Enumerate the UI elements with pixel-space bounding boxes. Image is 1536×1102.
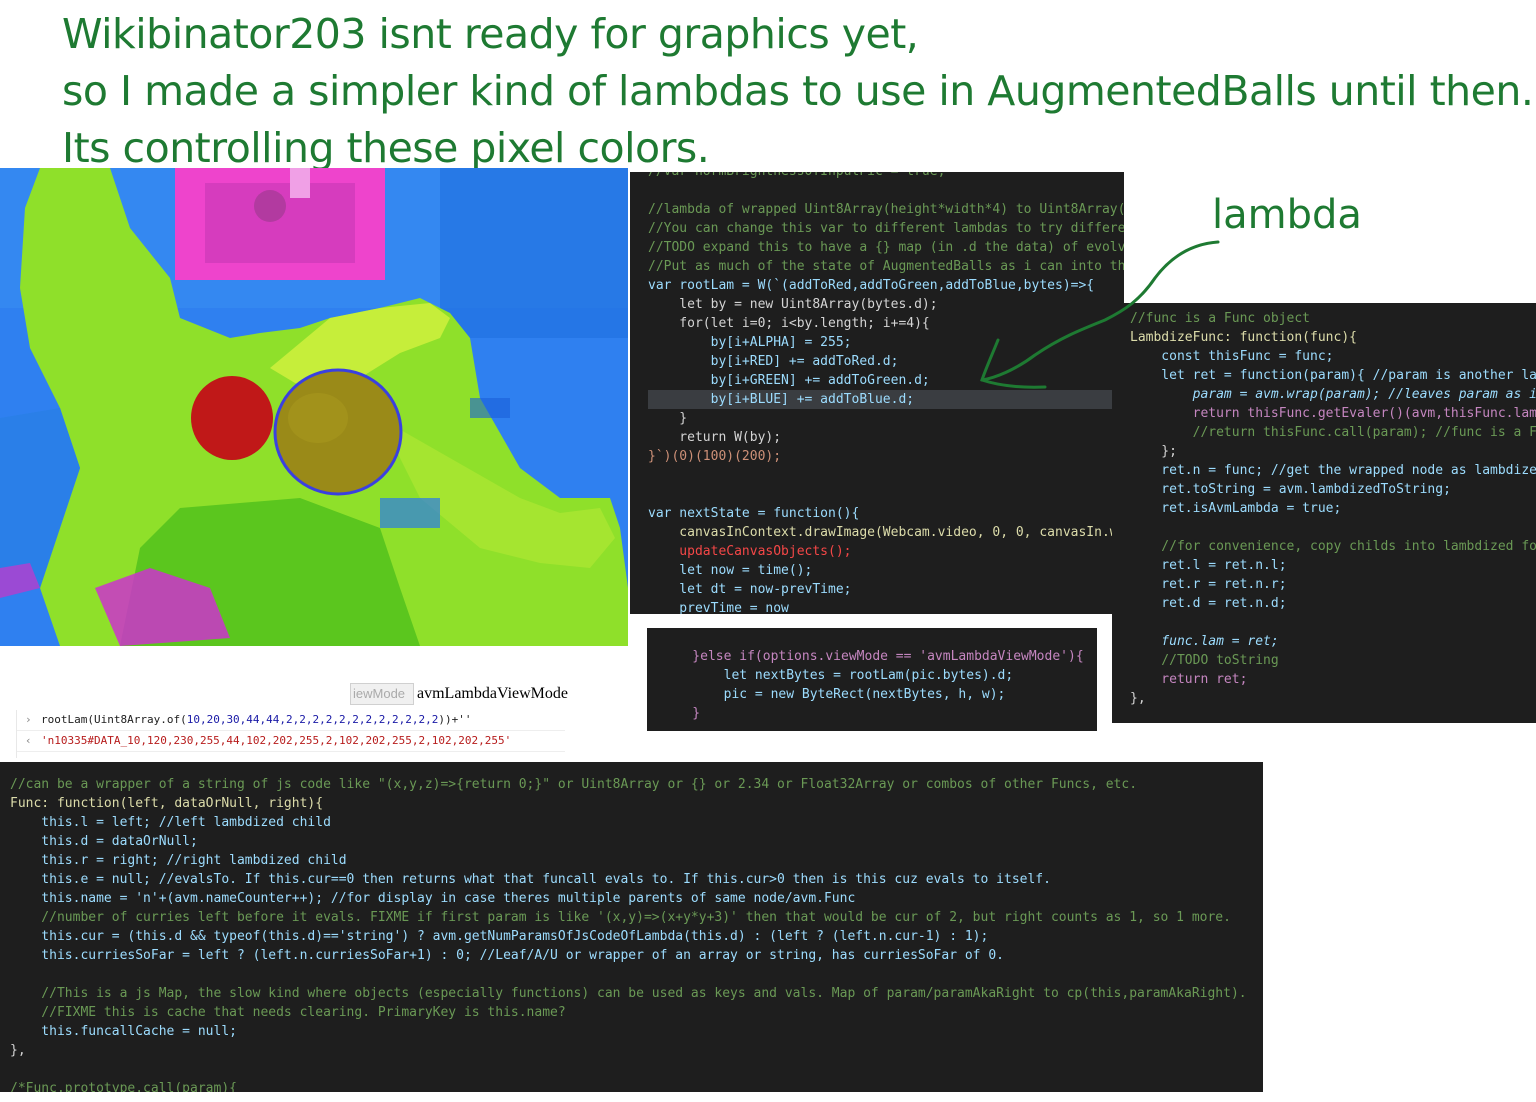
code-line: }, (1130, 691, 1146, 706)
code-line: this.l = left; //left lambdized child (10, 815, 331, 830)
webcam-pixel-image (0, 168, 628, 646)
code-line: ret.n = func; //get the wrapped node as … (1130, 463, 1536, 478)
view-mode-value: avmLambdaViewMode (417, 685, 568, 702)
code-line: return thisFunc.getEvaler()(avm,thisFunc… (1130, 406, 1536, 421)
console-input-row[interactable]: › rootLam(Uint8Array.of(10,20,30,44,44,2… (17, 710, 565, 731)
code-line: } (648, 411, 688, 426)
code-line: this.cur = (this.d && typeof(this.d)=='s… (10, 929, 989, 944)
code-line: this.e = null; //evalsTo. If this.cur==0… (10, 872, 1051, 887)
heading-line-2: so I made a simpler kind of lambdas to u… (62, 67, 1534, 115)
console-output-row: ‹ 'n10335#DATA_10,120,230,255,44,102,202… (17, 731, 565, 752)
code-line: ret.d = ret.n.d; (1130, 596, 1287, 611)
code-line: pic = new ByteRect(nextBytes, h, w); (661, 687, 1006, 702)
code-line: return ret; (1130, 672, 1248, 687)
devtools-console: › rootLam(Uint8Array.of(10,20,30,44,44,2… (16, 710, 565, 758)
console-input-prefix: rootLam(Uint8Array.of( (41, 713, 187, 726)
console-input-suffix: ))+'' (438, 713, 472, 726)
code-line: //return thisFunc.call(param); //func is… (1130, 425, 1536, 440)
code-line: //for convenience, copy childs into lamb… (1130, 539, 1536, 554)
code-line: this.name = 'n'+(avm.nameCounter++); //f… (10, 891, 856, 906)
code-line: //var normBrightnessOfInputPic = true; (648, 172, 1124, 181)
code-line: //can be a wrapper of a string of js cod… (10, 777, 1138, 792)
code-line: //This is a js Map, the slow kind where … (10, 986, 1247, 1001)
code-line: /*Func.prototype.call(param){ (10, 1081, 237, 1092)
code-line: updateCanvasObjects(); (648, 544, 852, 559)
code-panel-func[interactable]: //can be a wrapper of a string of js cod… (0, 762, 1263, 1092)
code-line: Func: function(left, dataOrNull, right){ (10, 796, 324, 811)
code-line: ret.l = ret.n.l; (1130, 558, 1287, 573)
view-mode-button[interactable]: iewMode (350, 683, 414, 705)
code-line: ret.toString = avm.lambdizedToString; (1130, 482, 1451, 497)
chevron-right-icon: › (25, 713, 32, 726)
code-line: this.curriesSoFar = left ? (left.n.curri… (10, 948, 1004, 963)
console-input-args: 10,20,30,44,44,2,2,2,2,2,2,2,2,2,2,2,2 (186, 713, 439, 726)
code-panel-elseif[interactable]: }else if(options.viewMode == 'avmLambdaV… (647, 628, 1097, 731)
lambda-annotation: lambda (1212, 192, 1362, 238)
code-line: }, (10, 1043, 26, 1058)
code-line: prevTime = now (648, 601, 789, 614)
code-line: //number of curries left before it evals… (10, 910, 1231, 925)
heading: Wikibinator203 isnt ready for graphics y… (62, 6, 1534, 177)
code-line: this.r = right; //right lambdized child (10, 853, 347, 868)
code-line: let nextBytes = rootLam(pic.bytes).d; (661, 668, 1014, 683)
code-line: var nextState = function(){ (648, 506, 860, 521)
code-line: let now = time(); (648, 563, 813, 578)
code-line: } (661, 706, 701, 721)
chevron-left-icon: ‹ (25, 734, 32, 747)
code-line: //TODO toString (1130, 653, 1279, 668)
code-line: ret.isAvmLambda = true; (1130, 501, 1342, 516)
code-line: this.d = dataOrNull; (10, 834, 198, 849)
code-line: canvasInContext.drawImage(Webcam.video, … (648, 525, 1118, 540)
code-line: }`)(0)(100)(200); (648, 449, 782, 464)
code-line: ret.r = ret.n.r; (1130, 577, 1287, 592)
code-line: //FIXME this is cache that needs clearin… (10, 1005, 566, 1020)
heading-line-1: Wikibinator203 isnt ready for graphics y… (62, 10, 919, 58)
view-mode-control: iewMode avmLambdaViewMode (350, 683, 580, 705)
code-line: this.funcallCache = null; (10, 1024, 237, 1039)
code-line: func.lam = ret; (1130, 634, 1279, 649)
hand-drawn-arrow-icon (980, 240, 1220, 389)
code-line: }else if(options.viewMode == 'avmLambdaV… (661, 649, 1084, 664)
code-line: }; (1130, 444, 1177, 459)
console-output: 'n10335#DATA_10,120,230,255,44,102,202,2… (41, 734, 512, 747)
code-line: return W(by); (648, 430, 782, 445)
code-line: //lambda of wrapped Uint8Array(height*wi… (648, 202, 1124, 217)
code-line: let dt = now-prevTime; (648, 582, 852, 597)
